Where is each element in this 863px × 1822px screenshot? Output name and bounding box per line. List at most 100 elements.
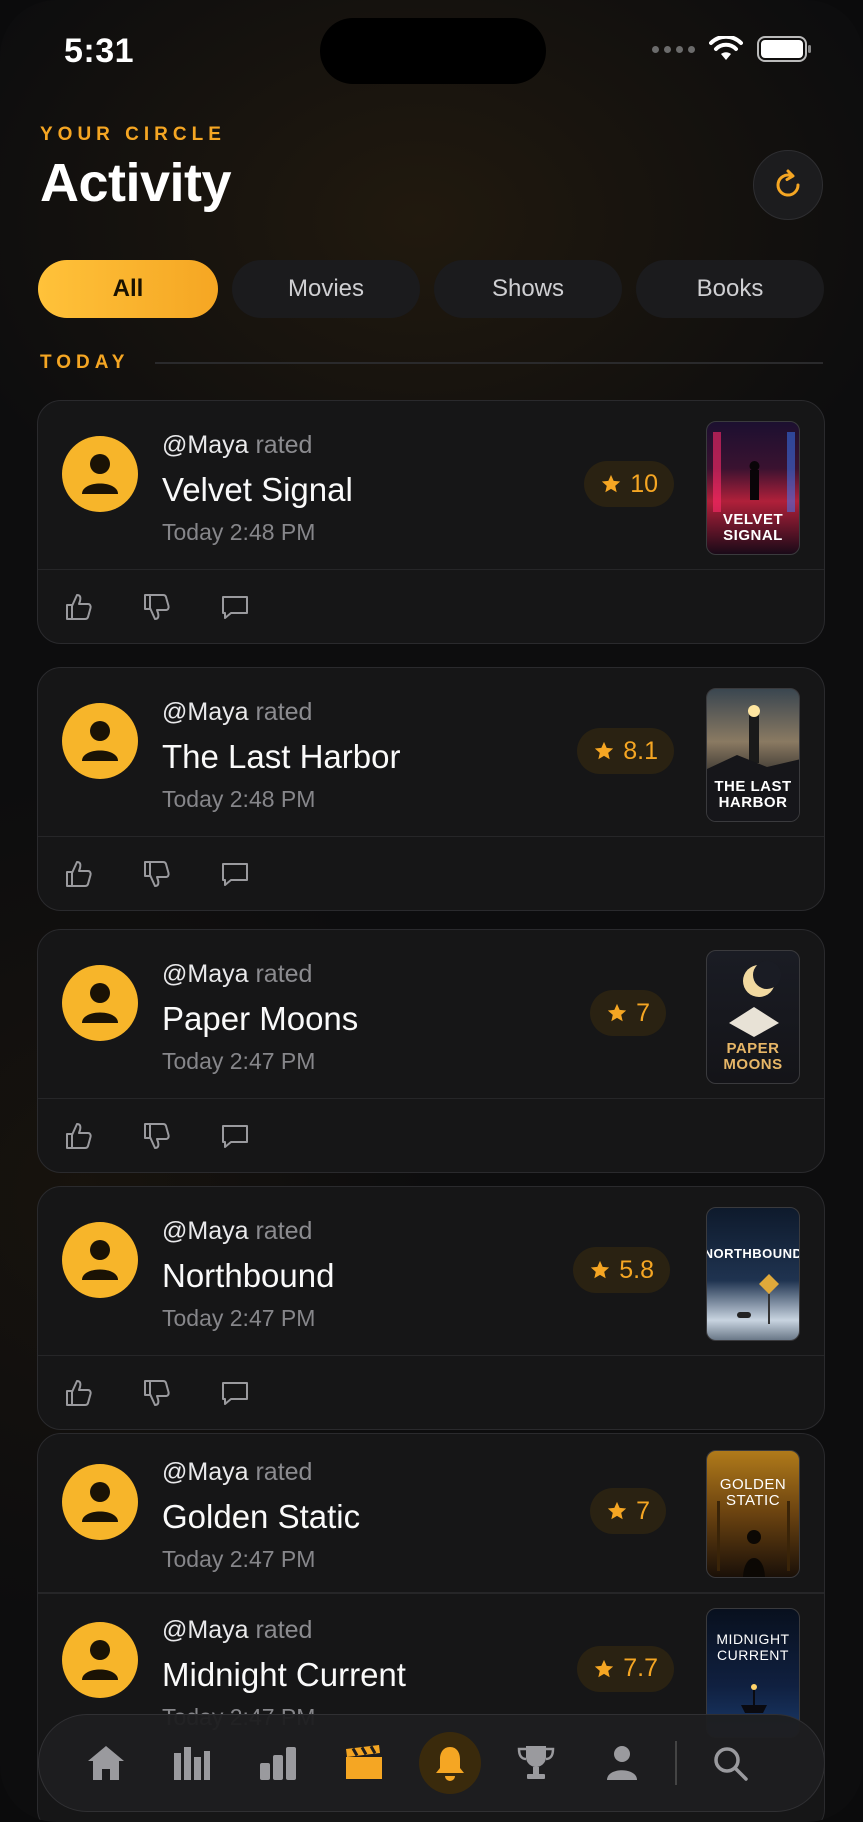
item-title[interactable]: Midnight Current xyxy=(162,1656,406,1694)
rating-value: 7.7 xyxy=(623,1654,658,1682)
comment-icon xyxy=(222,1124,248,1148)
timestamp: Today 2:47 PM xyxy=(162,1546,316,1572)
tab-leaderboard[interactable] xyxy=(493,1728,579,1798)
username[interactable]: @Maya xyxy=(162,1217,249,1245)
rating-value: 7 xyxy=(636,998,650,1027)
star-icon xyxy=(595,1659,614,1677)
comment-icon xyxy=(222,1381,248,1405)
item-title[interactable]: Golden Static xyxy=(162,1498,360,1536)
avatar[interactable] xyxy=(62,436,138,512)
tab-library[interactable] xyxy=(149,1728,235,1798)
filter-chip-all[interactable]: All xyxy=(38,260,218,318)
username[interactable]: @Maya xyxy=(162,960,249,988)
username[interactable]: @Maya xyxy=(162,1458,249,1486)
section-header-today: TODAY xyxy=(40,352,823,374)
status-icons xyxy=(652,36,813,62)
tab-profile[interactable] xyxy=(579,1728,665,1798)
avatar[interactable] xyxy=(62,1464,138,1540)
filter-chip-movies[interactable]: Movies xyxy=(232,260,420,318)
activity-card[interactable]: @Maya rated Northbound Today 2:47 PM 5.8… xyxy=(37,1186,825,1430)
like-button[interactable] xyxy=(62,590,96,624)
star-icon xyxy=(602,474,621,493)
avatar[interactable] xyxy=(62,703,138,779)
search-icon xyxy=(713,1747,748,1781)
tab-notifications[interactable] xyxy=(407,1728,493,1798)
person-icon xyxy=(82,1482,118,1522)
dislike-button[interactable] xyxy=(140,590,174,624)
dislike-button[interactable] xyxy=(140,857,174,891)
comment-button[interactable] xyxy=(218,857,252,891)
poster-image[interactable]: THE LAST HARBOR xyxy=(706,688,800,822)
person-icon xyxy=(82,1639,118,1680)
poster-image[interactable]: GOLDEN STATIC xyxy=(706,1450,800,1578)
tab-stats[interactable] xyxy=(235,1728,321,1798)
comment-button[interactable] xyxy=(218,1376,252,1410)
person-icon xyxy=(82,1240,118,1280)
poster-image[interactable]: NORTHBOUND xyxy=(706,1207,800,1341)
like-button[interactable] xyxy=(62,857,96,891)
activity-line: @Maya rated xyxy=(162,1616,312,1645)
activity-card[interactable]: @Maya rated Golden Static Today 2:47 PM … xyxy=(38,1434,824,1592)
username[interactable]: @Maya xyxy=(162,1616,249,1644)
thumbs-down-icon xyxy=(144,1379,170,1406)
person-icon xyxy=(82,454,118,494)
tab-search[interactable] xyxy=(687,1728,773,1798)
status-bar: 5:31 xyxy=(0,0,863,100)
star-icon xyxy=(591,1260,610,1279)
avatar[interactable] xyxy=(62,1222,138,1298)
like-button[interactable] xyxy=(62,1376,96,1410)
activity-card[interactable]: @Maya rated Paper Moons Today 2:47 PM 7 … xyxy=(37,929,825,1173)
poster-image[interactable]: VELVET SIGNAL xyxy=(706,421,800,555)
stats-icon xyxy=(260,1747,296,1780)
activity-verb: rated xyxy=(255,1217,313,1245)
activity-line: @Maya rated xyxy=(162,1217,312,1246)
activity-verb: rated xyxy=(255,431,313,459)
username[interactable]: @Maya xyxy=(162,698,249,726)
rating-badge: 7.7 xyxy=(577,1645,674,1692)
like-button[interactable] xyxy=(62,1119,96,1153)
battery-icon xyxy=(757,36,813,62)
activity-line: @Maya rated xyxy=(162,960,312,989)
refresh-button[interactable] xyxy=(753,150,823,220)
activity-line: @Maya rated xyxy=(162,698,312,727)
activity-verb: rated xyxy=(255,1458,313,1486)
avatar[interactable] xyxy=(62,1621,138,1698)
profile-icon xyxy=(607,1746,637,1780)
dislike-button[interactable] xyxy=(140,1376,174,1410)
item-title[interactable]: Velvet Signal xyxy=(162,471,353,509)
activity-line: @Maya rated xyxy=(162,1458,312,1487)
poster-title: GOLDEN STATIC xyxy=(719,1476,787,1509)
poster-title: NORTHBOUND xyxy=(706,1246,800,1261)
clapperboard-icon xyxy=(346,1745,382,1779)
activity-card[interactable]: @Maya rated The Last Harbor Today 2:48 P… xyxy=(37,667,825,911)
thumbs-up-icon xyxy=(66,860,92,887)
poster-image[interactable]: PAPER MOONS xyxy=(706,950,800,1084)
activity-screen: 5:31 YOUR CIRCLE Activity All Movies Sho… xyxy=(0,0,863,1822)
filter-chip-shows[interactable]: Shows xyxy=(434,260,622,318)
rating-badge: 7 xyxy=(590,990,666,1036)
rating-badge: 5.8 xyxy=(573,1247,670,1293)
person-icon xyxy=(82,721,118,761)
item-title[interactable]: Paper Moons xyxy=(162,1000,358,1038)
avatar[interactable] xyxy=(62,965,138,1041)
rating-value: 8.1 xyxy=(623,736,658,765)
card-actions xyxy=(38,1098,824,1172)
item-title[interactable]: The Last Harbor xyxy=(162,738,400,776)
tab-home[interactable] xyxy=(63,1728,149,1798)
comment-button[interactable] xyxy=(218,1119,252,1153)
tab-movies[interactable] xyxy=(321,1728,407,1798)
filter-chip-books[interactable]: Books xyxy=(636,260,824,318)
item-title[interactable]: Northbound xyxy=(162,1257,334,1295)
comment-button[interactable] xyxy=(218,590,252,624)
thumbs-down-icon xyxy=(144,593,170,620)
timestamp: Today 2:48 PM xyxy=(162,786,316,812)
activity-card[interactable]: @Maya rated Velvet Signal Today 2:48 PM … xyxy=(37,400,825,644)
filter-chips: All Movies Shows Books xyxy=(38,260,825,318)
library-icon xyxy=(174,1747,210,1780)
thumbs-down-icon xyxy=(144,1122,170,1149)
bell-icon xyxy=(436,1747,464,1781)
username[interactable]: @Maya xyxy=(162,431,249,459)
star-icon xyxy=(607,1003,627,1022)
rating-value: 7 xyxy=(636,1496,650,1525)
dislike-button[interactable] xyxy=(140,1119,174,1153)
